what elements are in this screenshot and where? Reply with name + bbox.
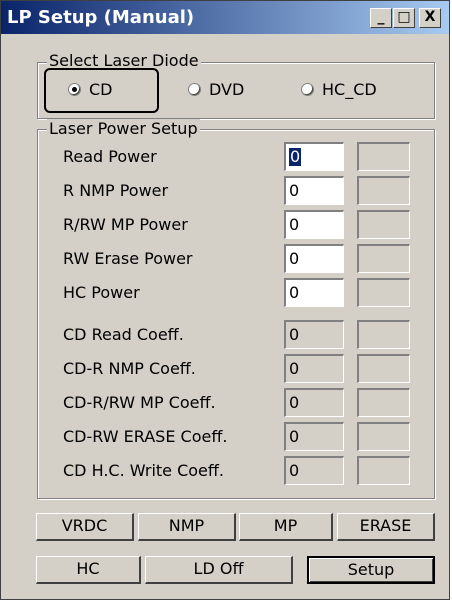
cd-read-coeff-readout: [357, 320, 410, 349]
r-rw-mp-power-readout: [357, 210, 410, 239]
lp-setup-window: LP Setup (Manual) _ □ X Select Laser Dio…: [0, 0, 450, 600]
radio-dvd[interactable]: DVD: [188, 80, 244, 99]
maximize-icon: □: [397, 9, 411, 25]
r-nmp-power-input[interactable]: 0: [284, 176, 344, 205]
ld-off-button[interactable]: LD Off: [145, 556, 293, 584]
setup-button[interactable]: Setup: [307, 556, 435, 584]
hc-power-readout: [357, 278, 410, 307]
title-bar[interactable]: LP Setup (Manual) _ □ X: [1, 1, 449, 34]
radio-hc-cd[interactable]: HC_CD: [301, 80, 377, 99]
r-rw-mp-power-input[interactable]: 0: [284, 210, 344, 239]
cd-read-coeff-label: CD Read Coeff.: [63, 325, 184, 344]
radio-cd-label: CD: [89, 80, 113, 99]
rw-erase-power-label: RW Erase Power: [63, 249, 193, 268]
cd-rw-erase-coeff-label: CD-RW ERASE Coeff.: [63, 427, 228, 446]
window-title: LP Setup (Manual): [7, 7, 195, 28]
rw-erase-power-input[interactable]: 0: [284, 244, 344, 273]
radio-cd[interactable]: CD: [68, 80, 113, 99]
radio-hc-cd-label: HC_CD: [322, 80, 377, 99]
r-nmp-power-readout: [357, 176, 410, 205]
r-nmp-power-label: R NMP Power: [63, 181, 169, 200]
rw-erase-power-readout: [357, 244, 410, 273]
cd-read-coeff-input: 0: [284, 320, 344, 349]
cd-rw-erase-coeff-readout: [357, 422, 410, 451]
minimize-button[interactable]: _: [370, 8, 392, 28]
hc-power-input[interactable]: 0: [284, 278, 344, 307]
hc-power-label: HC Power: [63, 283, 140, 302]
read-power-readout: [357, 142, 410, 171]
mp-button[interactable]: MP: [239, 513, 333, 541]
cd-r-nmp-coeff-label: CD-R NMP Coeff.: [63, 359, 196, 378]
maximize-button[interactable]: □: [393, 8, 415, 28]
cd-r-rw-mp-coeff-label: CD-R/RW MP Coeff.: [63, 393, 216, 412]
laser-power-group-label: Laser Power Setup: [47, 119, 200, 138]
cd-r-rw-mp-coeff-input: 0: [284, 388, 344, 417]
close-icon: X: [424, 9, 436, 25]
cd-rw-erase-coeff-input: 0: [284, 422, 344, 451]
read-power-value: 0: [289, 147, 302, 166]
radio-cd-indicator[interactable]: [68, 83, 81, 96]
cd-r-nmp-coeff-readout: [357, 354, 410, 383]
read-power-input[interactable]: 0: [284, 142, 344, 171]
cd-r-nmp-coeff-input: 0: [284, 354, 344, 383]
r-rw-mp-power-label: R/RW MP Power: [63, 215, 188, 234]
minimize-icon: _: [377, 9, 385, 25]
radio-hc-cd-indicator[interactable]: [301, 83, 314, 96]
read-power-label: Read Power: [63, 147, 157, 166]
vrdc-button[interactable]: VRDC: [36, 513, 134, 541]
nmp-button[interactable]: NMP: [138, 513, 236, 541]
cd-hc-write-coeff-label: CD H.C. Write Coeff.: [63, 461, 224, 480]
erase-button[interactable]: ERASE: [337, 513, 435, 541]
cd-hc-write-coeff-readout: [357, 456, 410, 485]
radio-dvd-indicator[interactable]: [188, 83, 201, 96]
close-button[interactable]: X: [419, 8, 441, 28]
cd-r-rw-mp-coeff-readout: [357, 388, 410, 417]
laser-diode-group-label: Select Laser Diode: [47, 51, 201, 70]
cd-hc-write-coeff-input: 0: [284, 456, 344, 485]
hc-button[interactable]: HC: [36, 556, 141, 584]
radio-dvd-label: DVD: [209, 80, 245, 99]
